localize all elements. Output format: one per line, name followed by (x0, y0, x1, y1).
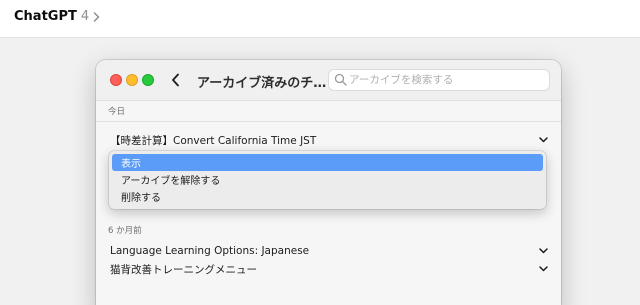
chevron-down-icon[interactable] (539, 137, 548, 143)
chevron-down-icon[interactable] (539, 266, 548, 272)
chevron-down-icon[interactable] (539, 248, 548, 254)
zoom-window-button[interactable] (142, 74, 154, 86)
search-icon (334, 73, 347, 86)
section-label-6-months: 6 か月前 (108, 226, 142, 236)
model-selector[interactable]: ChatGPT 4 (14, 9, 100, 24)
section-divider (96, 121, 561, 122)
archived-chat-row[interactable]: Language Learning Options: Japanese (110, 242, 548, 260)
menu-item-delete[interactable]: 削除する (112, 188, 543, 205)
chat-title: 【時差計算】Convert California Time JST (110, 134, 317, 147)
minimize-window-button[interactable] (126, 74, 138, 86)
chat-title: Language Learning Options: Japanese (110, 245, 310, 257)
chevron-right-icon (93, 11, 100, 22)
archived-chat-row[interactable]: 猫背改善トレーニングメニュー (110, 260, 548, 278)
back-icon[interactable] (171, 72, 185, 88)
chat-title: 猫背改善トレーニングメニュー (110, 263, 257, 276)
menu-item-view[interactable]: 表示 (112, 154, 543, 171)
archive-search-field[interactable] (328, 69, 550, 91)
window-titlebar: アーカイブ済みのチ… (96, 60, 561, 100)
app-header: ChatGPT 4 (0, 0, 640, 38)
section-label-today: 今日 (108, 107, 126, 117)
search-input[interactable] (349, 72, 544, 88)
close-window-button[interactable] (110, 74, 122, 86)
app-name: ChatGPT (14, 9, 77, 24)
menu-item-unarchive[interactable]: アーカイブを解除する (112, 171, 543, 188)
chat-actions-menu: 表示 アーカイブを解除する 削除する (109, 151, 546, 209)
archived-chat-row[interactable]: 【時差計算】Convert California Time JST (110, 131, 548, 149)
window-title: アーカイブ済みのチ… (197, 76, 327, 91)
model-version: 4 (80, 9, 90, 24)
titlebar-divider (96, 100, 561, 101)
